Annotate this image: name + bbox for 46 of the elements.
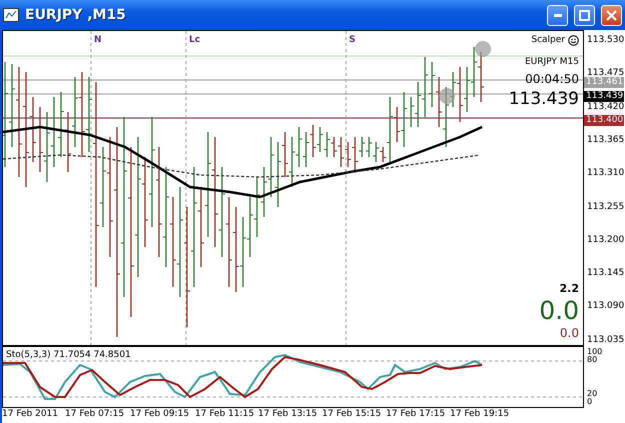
- time-axis-label: 17 Feb 2011: [2, 409, 58, 420]
- price-axis-label: 113.200: [587, 234, 624, 245]
- stochastic-axis-label: 0: [587, 398, 592, 406]
- session-marker: Lc: [189, 35, 200, 45]
- price-axis-label: 113.310: [587, 168, 624, 178]
- close-icon: [606, 10, 617, 20]
- bar-countdown: 00:04:50: [525, 73, 579, 85]
- bid-price: 113.439: [508, 91, 579, 108]
- minimize-icon: [554, 14, 562, 16]
- time-axis-label: 17 Feb 13:15: [258, 409, 318, 420]
- price-tag: 113.400: [584, 115, 624, 126]
- indicator-value: 2.2: [560, 283, 579, 294]
- indicator-value: 0.0: [560, 327, 579, 339]
- price-axis-label: 113.090: [587, 301, 624, 312]
- smiley-icon: [568, 35, 579, 46]
- time-axis-label: 17 Feb 11:15: [195, 409, 254, 420]
- price-axis-label: 113.145: [587, 268, 624, 278]
- price-tag: 113.461: [584, 77, 624, 88]
- price-axis-label: 113.530: [587, 35, 624, 45]
- time-axis-label: 17 Feb 19:15: [450, 409, 510, 420]
- session-marker: N: [94, 35, 102, 45]
- time-axis-label: 17 Feb 17:15: [386, 409, 446, 420]
- indicator-name: Scalper: [531, 36, 565, 45]
- time-axis-label: 17 Feb 07:15: [65, 409, 124, 420]
- time-axis-label: 17 Feb 09:15: [130, 409, 190, 420]
- stochastic-axis-label: 100: [587, 348, 602, 356]
- price-axis-label: 113.035: [587, 334, 624, 345]
- symbol-label: EURJPY M15: [525, 58, 579, 67]
- stochastic-axis-label: 20: [587, 390, 598, 398]
- maximize-button[interactable]: [574, 4, 595, 26]
- price-axis-label: 113.420: [587, 102, 624, 112]
- trade-marker-icon: [475, 41, 491, 57]
- session-marker: S: [349, 35, 356, 45]
- price-tag: 113.439: [584, 91, 624, 102]
- stochastic-axis-label: 80: [587, 356, 598, 364]
- price-axis-label: 113.255: [587, 202, 624, 212]
- price-axis-label: 113.365: [587, 134, 624, 145]
- chart-window-icon: [3, 8, 19, 22]
- window-title: EURJPY ,M15: [25, 7, 127, 23]
- stochastic-label: Sto(5,3,3) 71.7054 74.8501: [6, 350, 131, 360]
- price-axis-label: 113.475: [587, 68, 624, 78]
- minimize-button[interactable]: [547, 4, 568, 26]
- close-button[interactable]: [601, 4, 622, 26]
- maximize-icon: [579, 10, 590, 20]
- time-axis-label: 17 Feb 15:15: [322, 409, 382, 420]
- indicator-value: 0.0: [539, 298, 579, 323]
